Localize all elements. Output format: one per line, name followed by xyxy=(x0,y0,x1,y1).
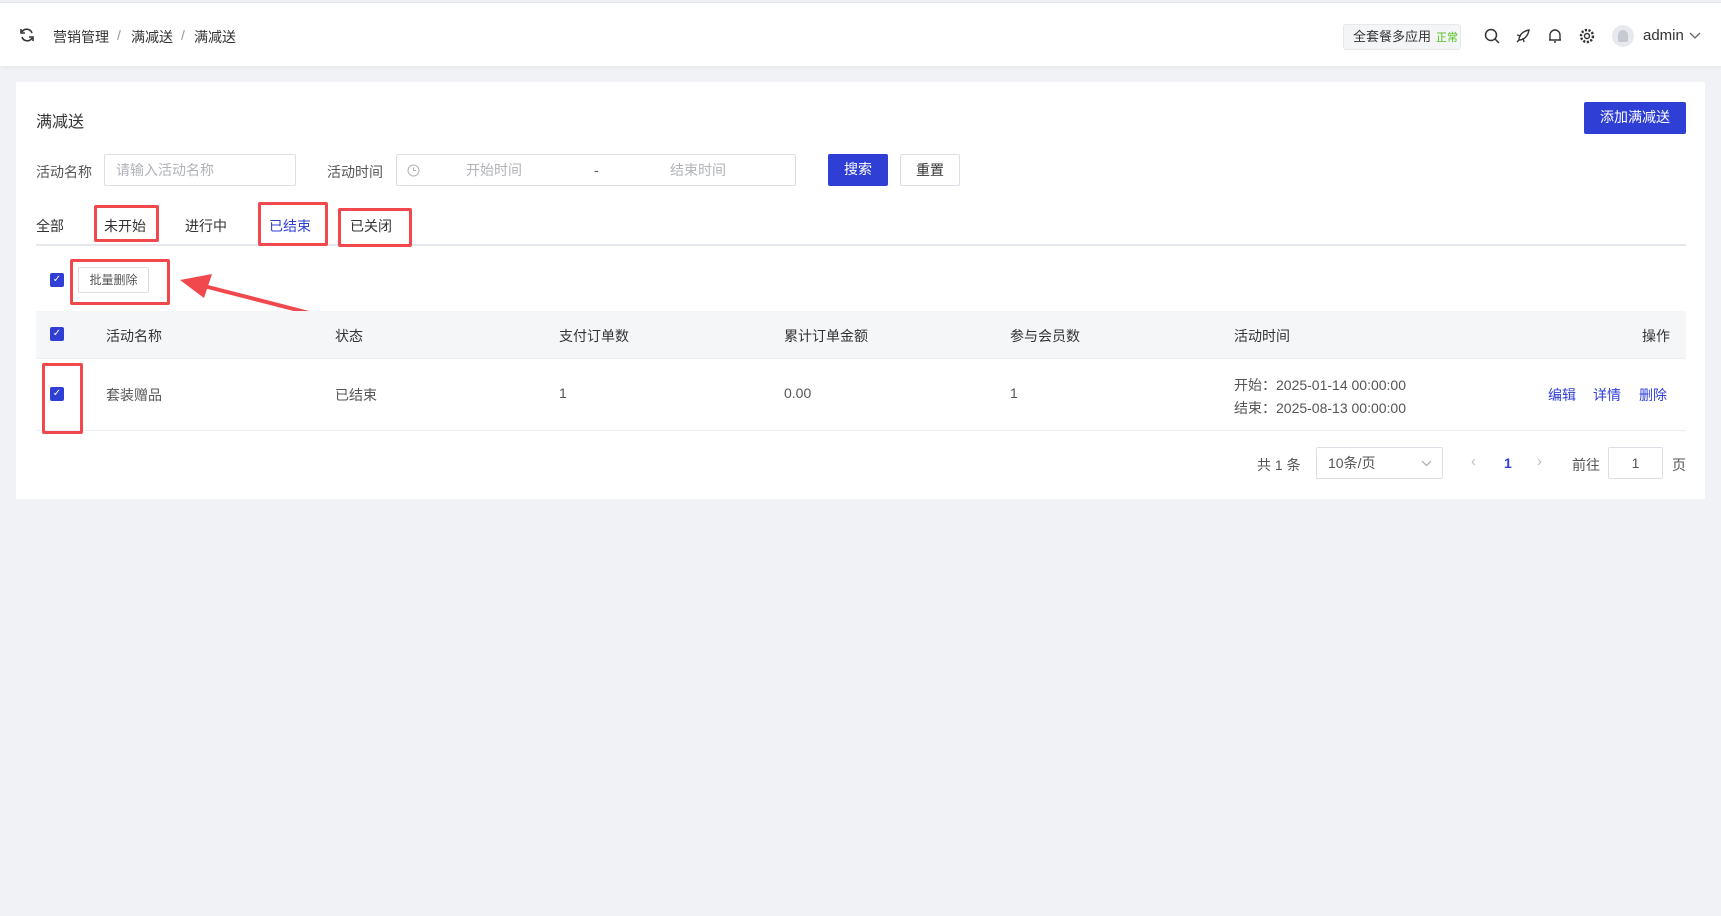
chevron-down-icon xyxy=(1421,460,1432,467)
search-icon[interactable] xyxy=(1483,27,1501,45)
cell-amount: 0.00 xyxy=(784,385,812,401)
cell-members: 1 xyxy=(1010,385,1018,401)
batch-checkbox[interactable]: ✓ xyxy=(50,273,64,287)
gear-icon[interactable] xyxy=(1578,27,1596,45)
cell-start-time: 开始：2025-01-14 00:00:00 xyxy=(1234,377,1406,393)
cell-status: 已结束 xyxy=(335,387,377,403)
annotation-box xyxy=(258,202,328,246)
column-header: 活动名称 xyxy=(106,328,162,344)
annotation-box xyxy=(42,363,83,434)
page-number-current[interactable]: 1 xyxy=(1504,455,1512,471)
search-button[interactable]: 搜索 xyxy=(828,154,888,186)
column-header: 累计订单金额 xyxy=(784,328,868,344)
plan-label: 全套餐多应用 xyxy=(1353,29,1432,44)
annotation-box xyxy=(94,205,159,242)
date-range-picker[interactable]: 开始时间 - 结束时间 xyxy=(396,154,796,186)
column-header: 支付订单数 xyxy=(559,328,629,344)
goto-label: 前往 xyxy=(1572,457,1600,473)
prev-page-icon[interactable]: ‹ xyxy=(1471,453,1476,470)
range-separator: - xyxy=(594,162,599,178)
edit-link[interactable]: 编辑 xyxy=(1548,385,1576,405)
column-header: 操作 xyxy=(1642,328,1670,344)
page-size-value: 10条/页 xyxy=(1328,455,1376,471)
add-button[interactable]: 添加满减送 xyxy=(1584,102,1686,134)
clock-icon xyxy=(407,164,420,177)
detail-link[interactable]: 详情 xyxy=(1593,385,1621,405)
top-header: 营销管理 / 满减送 / 满减送 全套餐多应用 正常 admin xyxy=(0,2,1721,66)
reset-button[interactable]: 重置 xyxy=(900,154,960,186)
cell-orders: 1 xyxy=(559,385,567,401)
column-header: 活动时间 xyxy=(1234,328,1290,344)
refresh-icon[interactable] xyxy=(19,27,35,43)
breadcrumb-item[interactable]: 营销管理 xyxy=(53,27,109,47)
cell-end-time: 结束：2025-08-13 00:00:00 xyxy=(1234,400,1406,416)
tab-all[interactable]: 全部 xyxy=(36,216,64,236)
plan-badge: 全套餐多应用 正常 xyxy=(1343,24,1461,50)
cell-name: 套装赠品 xyxy=(106,387,162,403)
page-suffix: 页 xyxy=(1672,457,1686,473)
end-time-input[interactable]: 结束时间 xyxy=(670,155,726,185)
name-label: 活动名称 xyxy=(36,164,92,180)
chevron-down-icon[interactable] xyxy=(1689,32,1701,40)
time-label: 活动时间 xyxy=(327,164,383,180)
breadcrumb-separator: / xyxy=(117,27,121,43)
page-title: 满减送 xyxy=(36,114,85,131)
column-header: 状态 xyxy=(335,328,363,344)
select-all-checkbox[interactable]: ✓ xyxy=(50,327,64,341)
bell-icon[interactable] xyxy=(1546,27,1564,45)
breadcrumb-item[interactable]: 满减送 xyxy=(131,27,173,47)
start-time-input[interactable]: 开始时间 xyxy=(466,155,522,185)
name-input[interactable]: 请输入活动名称 xyxy=(104,154,296,186)
table-row xyxy=(36,359,1686,431)
page-size-select[interactable]: 10条/页 xyxy=(1316,447,1443,479)
avatar[interactable] xyxy=(1612,25,1634,47)
goto-page-input[interactable]: 1 xyxy=(1608,447,1663,479)
plan-status: 正常 xyxy=(1436,32,1459,44)
annotation-box xyxy=(70,259,170,305)
username[interactable]: admin xyxy=(1643,27,1684,44)
breadcrumb-separator: / xyxy=(181,27,185,43)
next-page-icon[interactable]: › xyxy=(1537,453,1542,470)
annotation-box xyxy=(338,208,412,247)
rocket-icon[interactable] xyxy=(1514,27,1532,45)
column-header: 参与会员数 xyxy=(1010,328,1080,344)
pagination-total: 共 1 条 xyxy=(1257,457,1301,473)
tab-in-progress[interactable]: 进行中 xyxy=(185,216,227,236)
delete-link[interactable]: 删除 xyxy=(1639,385,1667,405)
breadcrumb-current: 满减送 xyxy=(194,29,236,45)
